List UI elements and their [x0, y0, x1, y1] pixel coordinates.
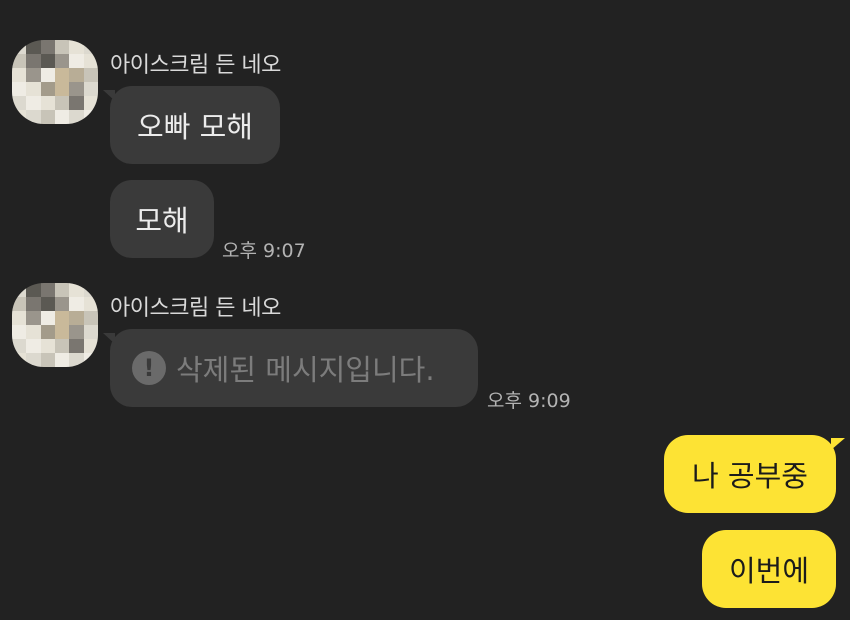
avatar-pixel — [40, 40, 55, 54]
avatar-pixel — [26, 297, 41, 311]
avatar-pixel — [69, 325, 84, 339]
avatar-pixel — [26, 110, 41, 124]
message-text: 나 공부중 — [692, 459, 808, 493]
avatar-pixel — [54, 353, 70, 367]
message-text: 모해 — [135, 204, 189, 238]
avatar-pixel — [12, 353, 27, 367]
deleted-message-bubble[interactable]: ! 삭제된 메시지입니다. — [103, 329, 478, 407]
avatar-pixel — [40, 68, 55, 82]
avatar-pixel — [83, 68, 98, 82]
avatar-pixel — [69, 82, 84, 96]
avatar-pixel — [26, 353, 41, 367]
avatar-pixel — [12, 297, 27, 311]
message-bubble[interactable]: 모해 — [110, 180, 214, 258]
avatar-pixel — [12, 68, 27, 82]
avatar-pixel — [54, 40, 70, 54]
message-timestamp: 오후 9:07 — [222, 240, 306, 262]
avatar-pixel — [12, 40, 27, 54]
avatar-pixel — [69, 311, 84, 325]
avatar-pixel — [26, 96, 41, 110]
avatar-pixel — [83, 40, 98, 54]
avatar-pixel — [83, 96, 98, 110]
avatar-pixel — [54, 339, 70, 353]
avatar-pixel — [12, 54, 27, 68]
avatar-pixel — [83, 82, 98, 96]
avatar-pixel — [54, 325, 70, 339]
avatar-pixel — [40, 82, 55, 96]
avatar-pixel — [26, 54, 41, 68]
avatar-pixel — [12, 283, 27, 297]
avatar-pixel — [83, 54, 98, 68]
avatar-pixel — [54, 283, 70, 297]
message-text: 이번에 — [728, 554, 810, 588]
avatar[interactable] — [12, 283, 98, 367]
my-message-bubble[interactable]: 나 공부중 — [664, 435, 845, 513]
avatar-pixel — [69, 54, 84, 68]
avatar-pixel — [69, 339, 84, 353]
avatar-pixel — [40, 110, 55, 124]
avatar-pixel — [83, 339, 98, 353]
avatar-pixel — [40, 325, 55, 339]
avatar-pixel — [83, 283, 98, 297]
avatar-pixel — [54, 311, 70, 325]
avatar-pixel — [26, 325, 41, 339]
avatar-pixel — [83, 311, 98, 325]
avatar-pixel — [54, 54, 70, 68]
avatar-pixel — [12, 311, 27, 325]
avatar-pixel — [54, 82, 70, 96]
avatar-pixel — [54, 96, 70, 110]
avatar-pixel — [40, 283, 55, 297]
avatar-pixel — [54, 110, 70, 124]
avatar-pixel — [69, 68, 84, 82]
avatar-pixel — [69, 40, 84, 54]
avatar-pixel — [83, 353, 98, 367]
avatar-pixel — [40, 311, 55, 325]
avatar-pixel — [12, 82, 27, 96]
avatar-pixel — [83, 297, 98, 311]
my-message-bubble[interactable]: 이번에 — [702, 530, 836, 608]
avatar-pixel — [69, 110, 84, 124]
avatar-pixel — [26, 311, 41, 325]
avatar-pixel — [69, 297, 84, 311]
message-bubble[interactable]: 오빠 모해 — [103, 86, 280, 164]
avatar-pixel — [83, 110, 98, 124]
avatar-pixel — [69, 283, 84, 297]
exclamation-circle-icon: ! — [132, 351, 166, 385]
avatar-pixel — [12, 96, 27, 110]
avatar-pixel — [69, 353, 84, 367]
message-timestamp: 오후 9:09 — [487, 390, 571, 412]
avatar-pixel — [69, 96, 84, 110]
avatar-pixel — [26, 40, 41, 54]
sender-name: 아이스크림 든 네오 — [110, 296, 281, 321]
avatar-pixel — [40, 353, 55, 367]
message-text: 오빠 모해 — [137, 110, 253, 144]
avatar-pixel — [26, 82, 41, 96]
avatar-pixel — [40, 54, 55, 68]
avatar-pixel — [12, 325, 27, 339]
sender-name: 아이스크림 든 네오 — [110, 53, 281, 78]
avatar-pixel — [26, 68, 41, 82]
avatar-pixel — [40, 96, 55, 110]
avatar-pixel — [83, 325, 98, 339]
avatar-pixel — [54, 68, 70, 82]
avatar-pixel — [12, 110, 27, 124]
avatar-pixel — [40, 339, 55, 353]
message-text: 삭제된 메시지입니다. — [176, 353, 435, 387]
avatar-pixel — [54, 297, 70, 311]
avatar-pixel — [26, 283, 41, 297]
avatar-pixel — [40, 297, 55, 311]
avatar-pixel — [12, 339, 27, 353]
avatar-pixel — [26, 339, 41, 353]
avatar[interactable] — [12, 40, 98, 124]
